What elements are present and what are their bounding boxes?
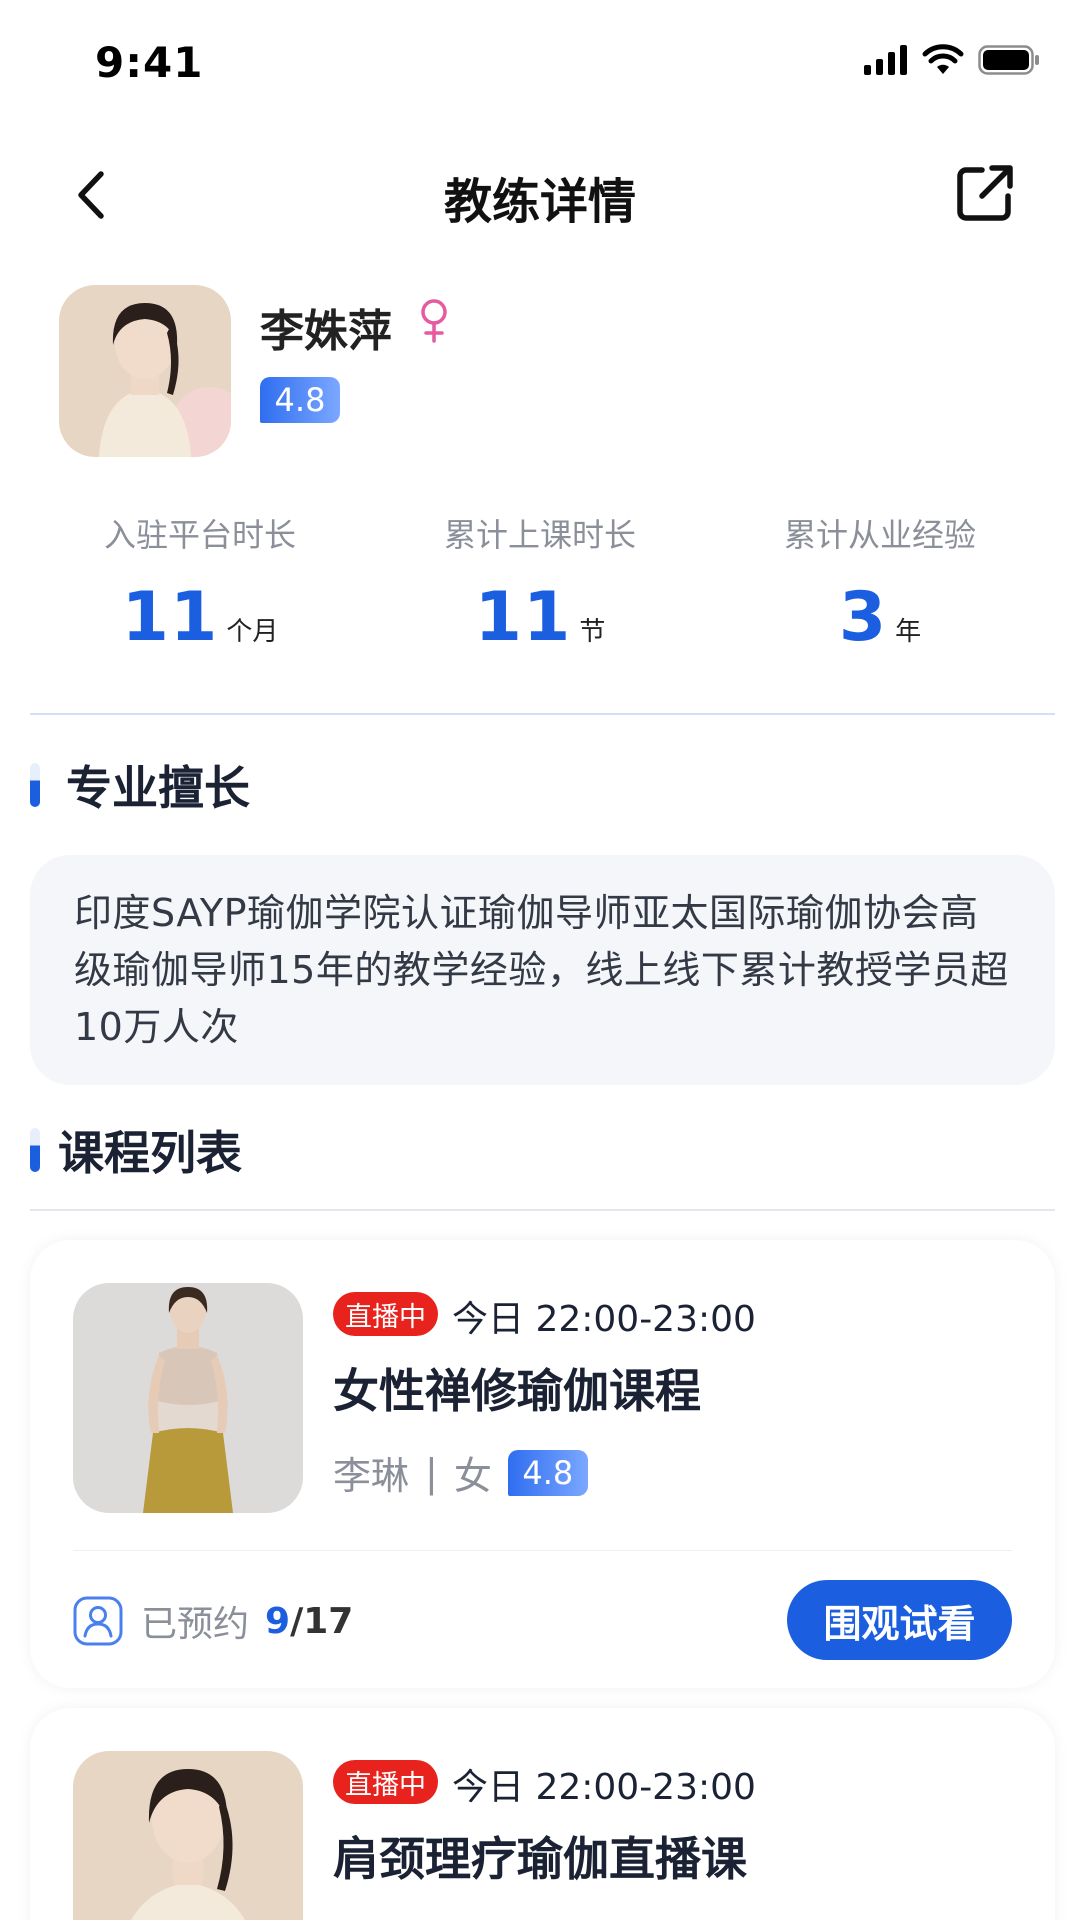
course-title: 女性禅修瑜伽课程 — [333, 1364, 701, 1418]
stat-label: 入驻平台时长 — [103, 516, 296, 554]
share-icon — [957, 165, 1013, 221]
card-divider — [73, 1550, 1012, 1551]
rating-badge: 4.8 — [260, 377, 340, 423]
coach-avatar — [59, 285, 231, 457]
course-time: 今日 22:00-23:00 — [452, 1767, 756, 1808]
booked-info: 已预约 9/17 — [73, 1595, 353, 1647]
battery-icon — [978, 45, 1039, 75]
page-title: 教练详情 — [443, 174, 636, 230]
signal-icon — [864, 45, 907, 75]
section-accent-bar — [30, 763, 40, 807]
stat-unit: 节 — [579, 617, 606, 647]
stat-number: 3 — [838, 578, 888, 657]
section-accent-bar — [30, 1128, 40, 1172]
stat-unit: 个月 — [226, 617, 279, 647]
live-badge: 直播中 — [333, 1292, 438, 1336]
wifi-icon — [922, 44, 964, 74]
live-badge: 直播中 — [333, 1760, 438, 1804]
stat-value: 3 年 — [710, 578, 1050, 657]
section-title: 课程列表 — [58, 1126, 242, 1180]
rating-badge: 4.8 — [507, 1449, 588, 1496]
coach-stats: 入驻平台时长 11 个月 累计上课时长 11 节 累计从业经验 3 年 — [30, 510, 1050, 660]
section-title: 专业擅长 — [66, 761, 250, 815]
specialty-box: 印度SAYP瑜伽学院认证瑜伽导师亚太国际瑜伽协会高级瑜伽导师15年的教学经验，线… — [30, 855, 1055, 1085]
stat-experience: 累计从业经验 3 年 — [710, 510, 1050, 660]
share-button[interactable] — [950, 158, 1020, 228]
course-time: 今日 22:00-23:00 — [452, 1299, 756, 1340]
stat-label: 累计从业经验 — [783, 516, 976, 554]
stat-number: 11 — [474, 578, 572, 657]
stat-unit: 年 — [895, 617, 922, 647]
booked-total: /17 — [290, 1600, 354, 1642]
stat-value: 11 节 — [370, 578, 710, 657]
course-thumbnail — [73, 1283, 303, 1513]
stat-class-duration: 累计上课时长 11 节 — [370, 510, 710, 660]
specialty-text: 印度SAYP瑜伽学院认证瑜伽导师亚太国际瑜伽协会高级瑜伽导师15年的教学经验，线… — [74, 891, 1009, 1049]
course-meta: 李琳 | 女 4.8 — [333, 1445, 588, 1500]
course-card[interactable]: 直播中 今日 22:00-23:00 肩颈理疗瑜伽直播课 — [30, 1708, 1055, 1920]
status-icons — [864, 44, 1040, 76]
female-icon — [421, 299, 447, 343]
watch-trial-button[interactable]: 围观试看 — [787, 1580, 1012, 1660]
stat-number: 11 — [121, 578, 219, 657]
status-time: 9:41 — [95, 38, 204, 87]
nav-bar: 教练详情 — [0, 140, 1080, 250]
divider — [30, 713, 1055, 715]
booked-current: 9 — [265, 1600, 291, 1642]
user-icon — [73, 1596, 123, 1646]
stat-platform-duration: 入驻平台时长 11 个月 — [30, 510, 370, 660]
stat-label: 累计上课时长 — [443, 516, 636, 554]
specialty-section-header: 专业擅长 — [30, 755, 630, 815]
stat-value: 11 个月 — [30, 578, 370, 657]
booked-count: 9/17 — [265, 1601, 353, 1642]
course-coach-gender: 女 — [453, 1454, 492, 1498]
course-section-header: 课程列表 — [30, 1120, 630, 1180]
divider — [30, 1209, 1055, 1211]
course-title: 肩颈理疗瑜伽直播课 — [333, 1832, 747, 1886]
meta-separator: | — [425, 1450, 438, 1495]
coach-profile: 李姝萍 4.8 — [59, 285, 1019, 460]
booked-label: 已预约 — [141, 1604, 250, 1645]
course-card[interactable]: 直播中 今日 22:00-23:00 女性禅修瑜伽课程 李琳 | 女 4.8 已… — [30, 1240, 1055, 1688]
coach-name: 李姝萍 — [260, 306, 392, 357]
course-thumbnail — [73, 1751, 303, 1920]
status-bar: 9:41 — [0, 0, 1080, 120]
course-coach-name: 李琳 — [333, 1454, 410, 1498]
